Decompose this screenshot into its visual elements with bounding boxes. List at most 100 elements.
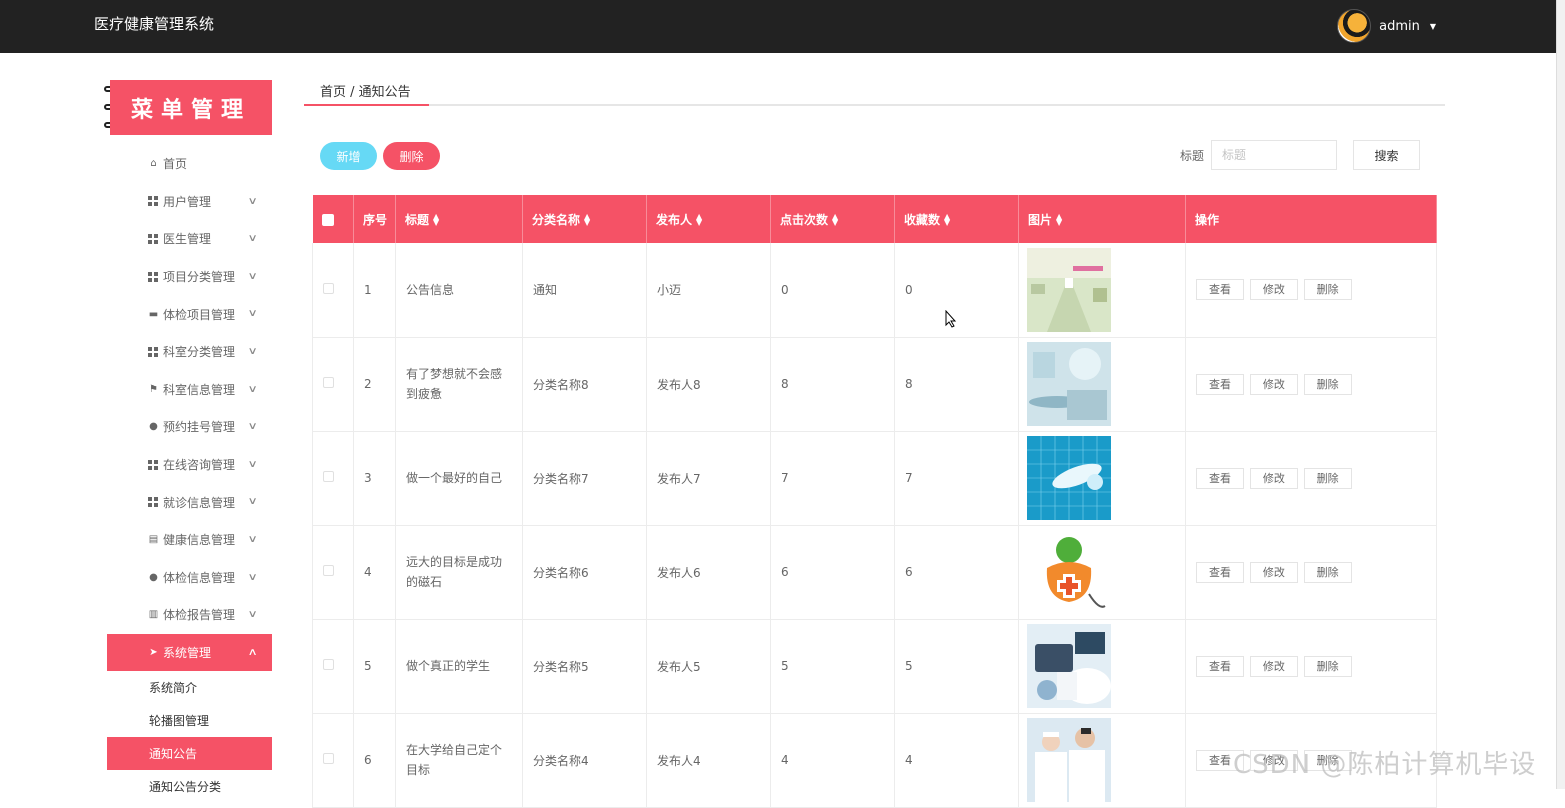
cell-favorites: 6 bbox=[894, 525, 1019, 620]
hospital-corridor-image[interactable] bbox=[1027, 247, 1111, 332]
doctor-tablet-image[interactable] bbox=[1027, 624, 1111, 708]
row-select-cell[interactable] bbox=[312, 713, 354, 808]
row-checkbox[interactable] bbox=[323, 377, 334, 388]
sidebar-item-label: 科室分类管理 bbox=[163, 345, 236, 360]
sidebar-item-department-category[interactable]: 科室分类管理 ∨ bbox=[107, 333, 272, 371]
sidebar-subitem-carousel[interactable]: 轮播图管理 bbox=[107, 704, 272, 737]
sort-icon[interactable]: ▲ ▼ bbox=[944, 213, 950, 227]
user-icon: ● bbox=[149, 421, 158, 433]
health-apple-image[interactable] bbox=[1027, 530, 1111, 614]
cell-publisher: 发布人6 bbox=[646, 525, 771, 620]
cell-category: 分类名称7 bbox=[522, 431, 647, 526]
cell-actions: 查看 修改 删除 bbox=[1185, 337, 1437, 432]
search-button[interactable]: 搜索 bbox=[1353, 140, 1420, 170]
delete-button[interactable]: 删除 bbox=[1303, 373, 1352, 395]
sidebar-item-doctors[interactable]: 医生管理 ∨ bbox=[107, 220, 272, 258]
column-header[interactable]: 图片 ▲ ▼ bbox=[1018, 195, 1186, 243]
sort-icon[interactable]: ▲ ▼ bbox=[1056, 213, 1062, 227]
sidebar-item-label: 预约挂号管理 bbox=[163, 420, 236, 435]
sidebar-item-appointment[interactable]: ● 预约挂号管理 ∨ bbox=[107, 408, 272, 446]
medical-tech-image[interactable] bbox=[1027, 342, 1111, 426]
view-button[interactable]: 查看 bbox=[1196, 467, 1244, 489]
view-button[interactable]: 查看 bbox=[1196, 561, 1244, 583]
row-select-cell[interactable] bbox=[312, 619, 354, 714]
sidebar-item-label: 科室信息管理 bbox=[163, 382, 236, 397]
column-header[interactable]: 标题 ▲ ▼ bbox=[395, 195, 523, 243]
row-checkbox[interactable] bbox=[323, 753, 334, 764]
sort-icon[interactable]: ▲ ▼ bbox=[433, 213, 439, 227]
edit-button[interactable]: 修改 bbox=[1249, 655, 1298, 677]
edit-button[interactable]: 修改 bbox=[1249, 373, 1298, 395]
cell-publisher: 发布人5 bbox=[646, 619, 771, 714]
caret-down-icon[interactable]: ▼ bbox=[1430, 22, 1436, 31]
sidebar-item-department-info[interactable]: ⚑ 科室信息管理 ∨ bbox=[107, 371, 272, 409]
batch-delete-button[interactable]: 删除 bbox=[383, 142, 440, 170]
cell-title: 公告信息 bbox=[395, 243, 523, 338]
sidebar-subitem-notice[interactable]: 通知公告 bbox=[107, 737, 272, 771]
sort-icon[interactable]: ▲ ▼ bbox=[584, 213, 590, 227]
select-all-checkbox[interactable] bbox=[321, 213, 334, 226]
row-select-cell[interactable] bbox=[312, 431, 354, 526]
cell-no: 4 bbox=[353, 525, 396, 620]
view-button[interactable]: 查看 bbox=[1196, 373, 1244, 395]
sidebar-item-checkup-project[interactable]: ▬ 体检项目管理 ∨ bbox=[107, 295, 272, 333]
sidebar-item-health-info[interactable]: ▤ 健康信息管理 ∨ bbox=[107, 521, 272, 559]
watermark: CSDN @陈柏计算机毕设 bbox=[1233, 750, 1537, 780]
sidebar-subitem-notice-category[interactable]: 通知公告分类 bbox=[107, 770, 272, 803]
select-all-header[interactable] bbox=[312, 195, 354, 243]
sidebar-subitem-system-intro[interactable]: 系统简介 bbox=[107, 671, 272, 704]
delete-button[interactable]: 删除 bbox=[1303, 279, 1352, 301]
row-checkbox[interactable] bbox=[323, 282, 334, 294]
chevron-down-icon: ∨ bbox=[247, 458, 258, 470]
doctors-image[interactable] bbox=[1027, 718, 1111, 802]
sort-icon[interactable]: ▲ ▼ bbox=[696, 213, 702, 227]
search-input[interactable] bbox=[1211, 140, 1337, 170]
notice-table: 序号 标题 ▲ ▼ 分类名称 ▲ ▼ 发布人 ▲ ▼ 点击次数 ▲ ▼ 收藏数 ▲ ▼ 图片 ▲ ▼ 操… bbox=[312, 195, 1437, 808]
cell-clicks: 0 bbox=[770, 243, 895, 338]
row-checkbox[interactable] bbox=[323, 565, 334, 576]
sidebar-item-project-category[interactable]: 项目分类管理 ∨ bbox=[107, 258, 272, 296]
edit-button[interactable]: 修改 bbox=[1249, 561, 1298, 583]
user-menu[interactable]: admin ▼ bbox=[1337, 9, 1436, 43]
delete-button[interactable]: 删除 bbox=[1303, 655, 1352, 677]
column-header[interactable]: 发布人 ▲ ▼ bbox=[646, 195, 771, 243]
cell-actions: 查看 修改 删除 bbox=[1185, 431, 1437, 526]
cell-no: 2 bbox=[353, 337, 396, 432]
sidebar-item-label: 首页 bbox=[163, 157, 188, 172]
column-header[interactable]: 分类名称 ▲ ▼ bbox=[522, 195, 647, 243]
column-header[interactable]: 点击次数 ▲ ▼ bbox=[770, 195, 895, 243]
delete-button[interactable]: 删除 bbox=[1303, 467, 1352, 489]
cell-category: 分类名称4 bbox=[522, 713, 647, 808]
edit-button[interactable]: 修改 bbox=[1249, 467, 1298, 489]
sidebar-item-system[interactable]: ➤ 系统管理 ∧ bbox=[107, 633, 272, 672]
medical-grid-image[interactable] bbox=[1027, 436, 1111, 520]
breadcrumb-text[interactable]: 首页 / 通知公告 bbox=[320, 81, 411, 100]
row-checkbox[interactable] bbox=[323, 659, 334, 670]
chevron-up-icon: ∧ bbox=[247, 646, 258, 658]
app-title: 医疗健康管理系统 bbox=[94, 15, 215, 33]
sidebar-item-visit-info[interactable]: 就诊信息管理 ∨ bbox=[107, 483, 272, 521]
vertical-scrollbar[interactable] bbox=[1556, 0, 1565, 789]
row-select-cell[interactable] bbox=[312, 243, 354, 338]
row-select-cell[interactable] bbox=[312, 337, 354, 432]
sidebar-item-consultation[interactable]: 在线咨询管理 ∨ bbox=[107, 446, 272, 484]
row-select-cell[interactable] bbox=[312, 525, 354, 620]
sidebar-item-home[interactable]: ⌂ 首页 bbox=[107, 145, 272, 183]
sidebar-item-checkup-info[interactable]: ● 体检信息管理 ∨ bbox=[107, 559, 272, 597]
sort-icon[interactable]: ▲ ▼ bbox=[832, 213, 838, 227]
sidebar-item-label: 医生管理 bbox=[163, 232, 212, 247]
column-header[interactable]: 收藏数 ▲ ▼ bbox=[894, 195, 1019, 243]
clipboard-icon: ▤ bbox=[148, 534, 159, 546]
add-button[interactable]: 新增 bbox=[320, 142, 377, 170]
sidebar-item-checkup-report[interactable]: ▥ 体检报告管理 ∨ bbox=[107, 596, 272, 634]
delete-button[interactable]: 删除 bbox=[1303, 561, 1352, 583]
edit-button[interactable]: 修改 bbox=[1249, 279, 1298, 301]
cell-title: 在大学给自己定个目标 bbox=[395, 713, 523, 808]
row-checkbox[interactable] bbox=[323, 471, 334, 482]
username[interactable]: admin bbox=[1379, 19, 1420, 34]
view-button[interactable]: 查看 bbox=[1196, 279, 1244, 301]
avatar[interactable] bbox=[1337, 9, 1372, 43]
cell-actions: 查看 修改 删除 bbox=[1185, 619, 1437, 714]
sidebar-item-users[interactable]: 用户管理 ∨ bbox=[107, 183, 272, 221]
view-button[interactable]: 查看 bbox=[1196, 655, 1244, 677]
